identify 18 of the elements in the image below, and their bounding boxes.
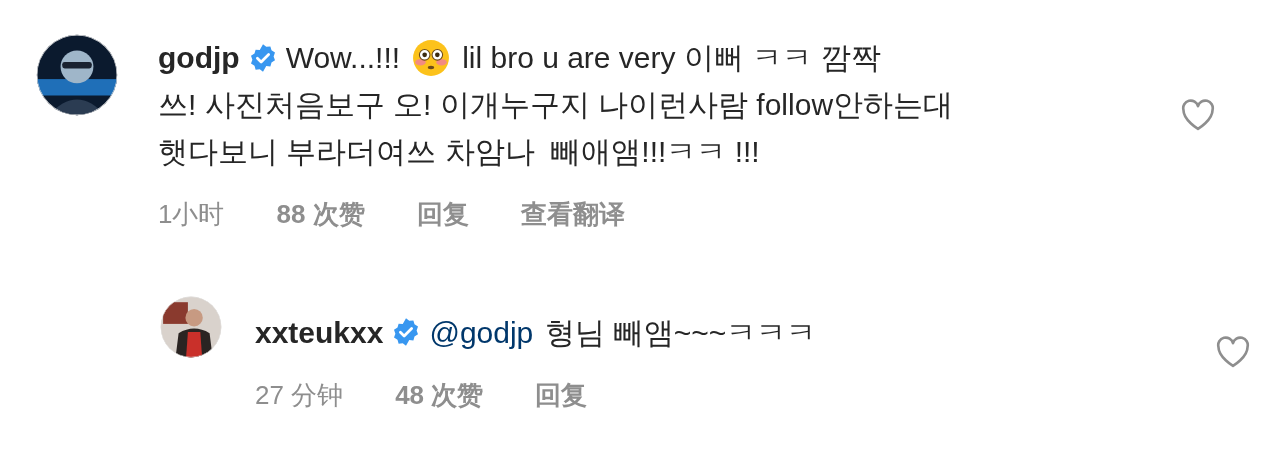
comment-time: 1小时 (158, 198, 225, 231)
username[interactable]: xxteukxx (255, 308, 384, 356)
mention-link[interactable]: @godjp (429, 308, 534, 356)
like-heart-icon[interactable] (1180, 98, 1216, 131)
comment-text: 쓰! 사진처음보구 오! 이개누구지 나이런사람 follow안하는대 (158, 87, 954, 123)
translate-link[interactable]: 查看翻译 (520, 195, 625, 234)
like-heart-icon[interactable] (1215, 336, 1251, 368)
like-count[interactable]: 88 次赞 (276, 195, 365, 234)
comment-text: lil bro u are very 이뻐 ㅋㅋ 깜짝 (462, 40, 881, 76)
comment-time: 27 分钟 (255, 379, 344, 412)
comment-text: 형님 빼앰~~~ㅋㅋㅋ (545, 314, 817, 351)
reply-link[interactable]: 回复 (416, 195, 469, 234)
comment-text: 햇다보니 부라더여쓰 차암나 빼애앰!!!ㅋㅋ !!! (158, 134, 760, 170)
flushed-face-icon (412, 38, 451, 77)
like-count[interactable]: 48 次赞 (395, 376, 484, 415)
reply-link[interactable]: 回复 (535, 376, 588, 415)
username[interactable]: godjp (158, 34, 240, 81)
comment-text: Wow...!!! (285, 40, 401, 76)
